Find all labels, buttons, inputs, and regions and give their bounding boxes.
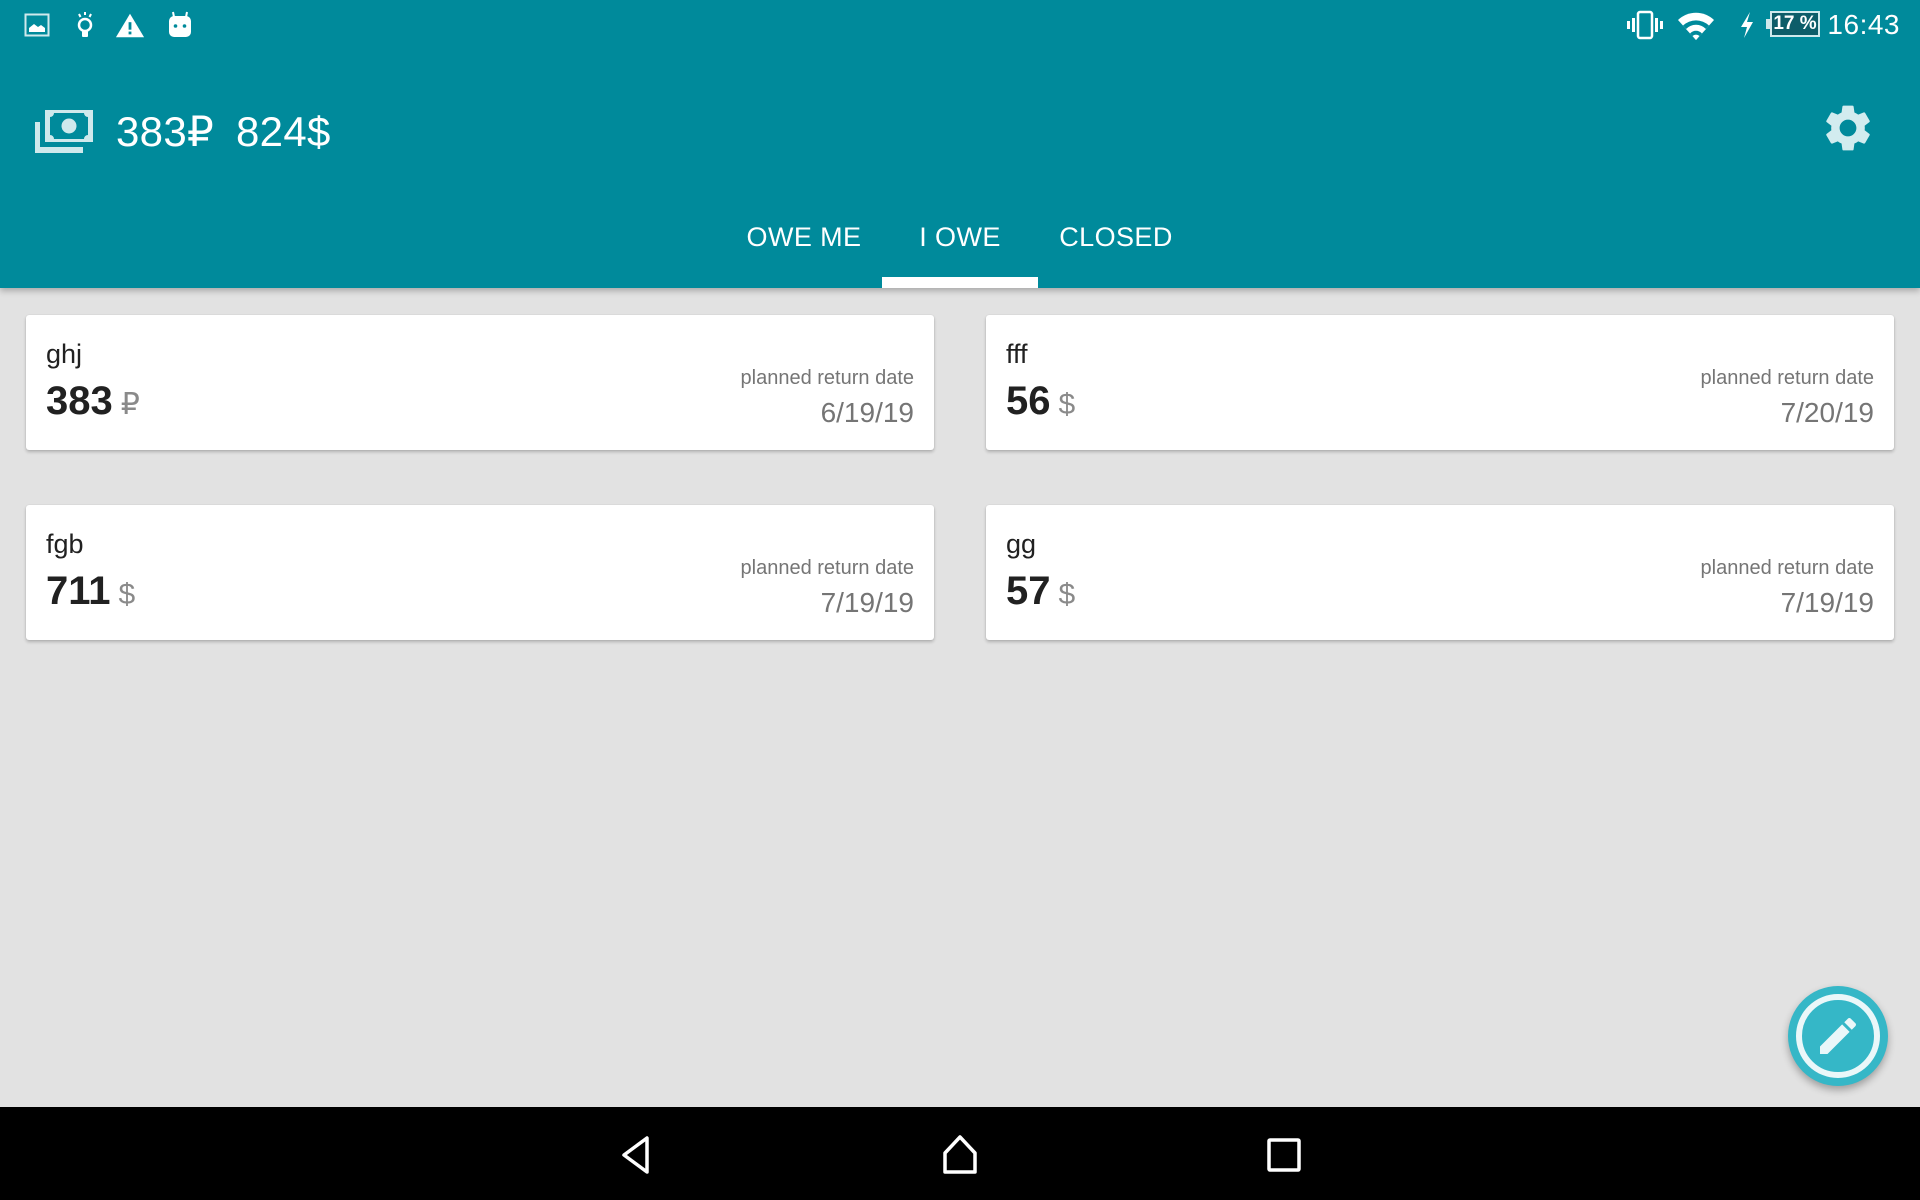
vibrate-icon [1626, 10, 1664, 40]
tab-closed[interactable]: CLOSED [1040, 210, 1192, 288]
back-icon [622, 1136, 649, 1174]
selected-tab-indicator [882, 277, 1038, 288]
return-date-label: planned return date [740, 557, 914, 579]
debt-amount-row: 711 $ [46, 569, 135, 614]
return-date: 7/19/19 [1780, 587, 1874, 618]
debt-name: ghj [46, 339, 83, 369]
debt-amount: 56 [1006, 379, 1051, 423]
debt-card[interactable]: ghj 383 ₽ planned return date 6/19/19 [26, 315, 934, 450]
totals-summary: 383₽ 824$ [116, 104, 331, 160]
return-date-label: planned return date [1700, 367, 1874, 389]
total-usd: 824$ [236, 108, 331, 155]
home-icon [943, 1135, 977, 1174]
total-rub: 383₽ [116, 108, 215, 155]
home-button[interactable] [928, 1125, 992, 1185]
debt-amount-row: 57 $ [1006, 569, 1075, 614]
wifi-icon [1676, 10, 1716, 41]
battery-percent: 17 % [1773, 13, 1817, 34]
debt-currency: ₽ [120, 388, 140, 421]
battery-indicator: 17 % [1766, 11, 1820, 37]
return-date-label: planned return date [1700, 557, 1874, 579]
return-date: 7/20/19 [1780, 397, 1874, 428]
debt-currency: $ [1058, 578, 1076, 611]
image-icon [22, 10, 52, 40]
debt-amount-row: 56 $ [1006, 379, 1075, 424]
android-icon [165, 10, 195, 40]
system-nav-bar [0, 1107, 1920, 1200]
lightbulb-icon [70, 10, 100, 40]
money-icon [33, 108, 95, 156]
debt-name: gg [1006, 529, 1037, 559]
tab-owe-me[interactable]: OWE ME [728, 210, 880, 288]
back-button[interactable] [604, 1125, 668, 1185]
debt-currency: $ [118, 578, 136, 611]
debt-amount-row: 383 ₽ [46, 379, 140, 424]
app-bar: 17 % 16:43 383₽ 824$ OWE ME I OWE CLOSED [0, 0, 1920, 288]
status-bar: 17 % 16:43 [0, 0, 1920, 50]
fab-ring [1796, 994, 1880, 1078]
debt-amount: 711 [46, 569, 111, 613]
recents-button[interactable] [1252, 1125, 1316, 1185]
debt-name: fff [1006, 339, 1028, 369]
add-debt-fab[interactable] [1788, 986, 1888, 1086]
settings-button[interactable] [1818, 98, 1878, 158]
debt-card[interactable]: fff 56 $ planned return date 7/20/19 [986, 315, 1894, 450]
charging-icon [1736, 10, 1758, 40]
debt-card[interactable]: gg 57 $ planned return date 7/19/19 [986, 505, 1894, 640]
recents-icon [1267, 1138, 1301, 1172]
warning-icon [115, 10, 145, 40]
return-date: 6/19/19 [820, 397, 914, 428]
return-date: 7/19/19 [820, 587, 914, 618]
clock: 16:43 [1827, 9, 1900, 40]
debt-card[interactable]: fgb 711 $ planned return date 7/19/19 [26, 505, 934, 640]
pencil-icon [1820, 1017, 1857, 1054]
return-date-label: planned return date [740, 367, 914, 389]
debt-currency: $ [1058, 388, 1076, 421]
gear-icon [1826, 105, 1870, 151]
debt-name: fgb [46, 529, 84, 559]
debt-amount: 383 [46, 379, 113, 423]
debt-amount: 57 [1006, 569, 1051, 613]
